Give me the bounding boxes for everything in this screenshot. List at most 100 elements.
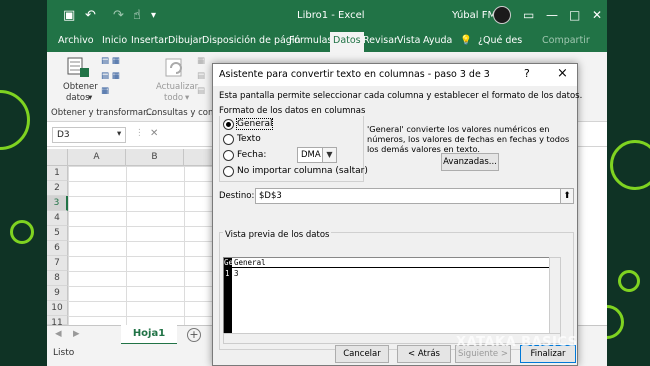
dialog-close-button[interactable]: × <box>557 66 568 81</box>
get-data-dropdown-icon[interactable]: ▾ <box>88 93 92 103</box>
dialog-title-bar: Asistente para convertir texto en column… <box>213 64 577 86</box>
back-button[interactable]: < Atrás <box>397 345 451 363</box>
radio-skip-button[interactable] <box>223 166 234 177</box>
tab-vista[interactable]: Vista <box>397 35 420 46</box>
tell-me-search[interactable]: ¿Qué des <box>478 35 522 46</box>
minimize-icon[interactable]: — <box>546 8 558 22</box>
user-name: Yúbal FM <box>452 10 497 21</box>
edit-links-icon[interactable]: ▤ <box>197 86 205 96</box>
refresh-all-label-2: todo <box>164 93 184 103</box>
from-text-icon[interactable]: ▤ ▦ <box>101 56 120 66</box>
name-box[interactable]: D3 <box>52 127 126 143</box>
format-info-text: 'General' convierte los valores numérico… <box>367 124 570 154</box>
chevron-down-icon[interactable]: ▼ <box>322 147 337 163</box>
refresh-icon[interactable] <box>163 56 187 80</box>
title-bar: ▣ ↶ ↷ ☝ ▾ Libro1 - Excel Yúbal FM ▭ — □ … <box>47 0 607 32</box>
row-header[interactable]: 4 <box>47 211 68 226</box>
column-header-a[interactable]: A <box>68 149 126 166</box>
get-data-label-2: datos <box>66 93 90 103</box>
preview-label: Vista previa de los datos <box>223 230 332 240</box>
row-header-selected[interactable]: 3 <box>47 196 68 211</box>
name-box-value: D3 <box>57 130 70 140</box>
decorative-ring <box>10 220 34 244</box>
radio-general-label: General <box>235 118 274 130</box>
select-all-corner[interactable] <box>47 149 68 166</box>
tab-archivo[interactable]: Archivo <box>58 35 94 46</box>
row-header[interactable]: 5 <box>47 226 68 241</box>
tab-insertar[interactable]: Insertar <box>131 35 168 46</box>
dialog-description: Esta pantalla permite seleccionar cada c… <box>219 91 583 101</box>
status-text: Listo <box>53 348 75 358</box>
row-header[interactable]: 7 <box>47 256 68 271</box>
get-data-button[interactable]: Obtener <box>63 82 98 92</box>
maximize-icon[interactable]: □ <box>569 8 580 22</box>
ribbon-options-icon[interactable]: ▭ <box>523 8 534 22</box>
destination-input[interactable]: $D$3 <box>255 188 561 204</box>
row-header[interactable]: 11 <box>47 316 68 328</box>
decorative-ring <box>618 270 640 292</box>
tab-inicio[interactable]: Inicio <box>102 35 127 46</box>
tab-formulas[interactable]: Fórmulas <box>289 35 332 46</box>
name-box-dropdown-icon[interactable]: ▾ <box>117 129 121 139</box>
format-group-legend: Formato de los datos en columnas <box>217 106 368 116</box>
queries-icon[interactable]: ▦ <box>197 56 205 66</box>
row-header[interactable]: 1 <box>47 166 68 181</box>
redo-icon[interactable]: ↷ <box>113 8 124 24</box>
radio-date-label: Fecha: <box>237 150 267 160</box>
sheet-tab-hoja1[interactable]: Hoja1 <box>121 325 177 345</box>
touch-mode-icon[interactable]: ☝ <box>133 8 141 24</box>
customize-toolbar-icon[interactable]: ▾ <box>151 8 156 24</box>
tab-disposicion[interactable]: Disposición de págin <box>202 35 301 46</box>
dialog-title: Asistente para convertir texto en column… <box>219 69 490 80</box>
tab-ayuda[interactable]: Ayuda <box>423 35 452 46</box>
undo-icon[interactable]: ↶ <box>85 8 96 24</box>
decorative-ring <box>0 90 30 150</box>
sheet-nav-right-icon[interactable]: ▶ <box>73 329 80 339</box>
decorative-ring <box>610 140 650 190</box>
refresh-dropdown-icon[interactable]: ▾ <box>185 93 189 103</box>
save-icon[interactable]: ▣ <box>63 8 75 24</box>
radio-text-button[interactable] <box>223 134 234 145</box>
lightbulb-icon[interactable]: 💡 <box>460 35 472 46</box>
radio-general-button[interactable] <box>223 119 234 130</box>
row-header[interactable]: 8 <box>47 271 68 286</box>
radio-skip-label: No importar columna (saltar) <box>237 166 368 176</box>
row-header[interactable]: 9 <box>47 286 68 301</box>
properties-icon[interactable]: ▤ <box>197 71 205 81</box>
preview-vertical-scrollbar[interactable] <box>549 257 561 334</box>
destination-value: $D$3 <box>259 191 282 201</box>
text-to-columns-dialog: Asistente para convertir texto en column… <box>212 63 582 366</box>
row-header[interactable]: 6 <box>47 241 68 256</box>
row-header[interactable]: 10 <box>47 301 68 316</box>
column-header-b[interactable]: B <box>126 149 184 166</box>
destination-label: Destino: <box>219 191 255 201</box>
formula-bar-grip-icon: ⋮ <box>135 128 144 138</box>
preview-header-row <box>224 258 558 268</box>
help-button[interactable]: ? <box>524 67 530 80</box>
date-format-value: DMA <box>301 150 321 160</box>
data-preview[interactable]: GeGe General 1 2 3 <box>223 257 559 334</box>
avatar[interactable] <box>493 6 511 24</box>
database-icon[interactable] <box>66 56 92 80</box>
from-table-icon[interactable]: ▦ <box>101 86 109 96</box>
close-icon[interactable]: ✕ <box>592 8 602 22</box>
refresh-all-button[interactable]: Actualizar <box>156 82 198 92</box>
cancel-entry-icon[interactable]: ✕ <box>150 128 158 139</box>
cell-area[interactable] <box>68 166 218 331</box>
tab-revisar[interactable]: Revisar <box>363 35 398 46</box>
preview-header-2: General <box>234 258 266 267</box>
radio-text-label: Texto <box>237 134 261 144</box>
add-sheet-icon[interactable]: + <box>187 328 201 342</box>
row-header[interactable]: 2 <box>47 181 68 196</box>
share-button[interactable]: Compartir <box>542 35 590 46</box>
ribbon-tabs: Archivo Inicio Insertar Dibujar Disposic… <box>47 32 607 52</box>
collapse-dialog-icon[interactable]: ⬆ <box>560 188 574 204</box>
advanced-button[interactable]: Avanzadas... <box>441 153 499 171</box>
cancel-button[interactable]: Cancelar <box>335 345 389 363</box>
tab-dibujar[interactable]: Dibujar <box>168 35 202 46</box>
tab-datos[interactable]: Datos <box>330 32 364 52</box>
radio-date-button[interactable] <box>223 150 234 161</box>
from-web-icon[interactable]: ▤ ▦ <box>101 71 120 81</box>
group-queries: Consultas y con <box>146 108 214 118</box>
sheet-nav-left-icon[interactable]: ◀ <box>55 329 62 339</box>
